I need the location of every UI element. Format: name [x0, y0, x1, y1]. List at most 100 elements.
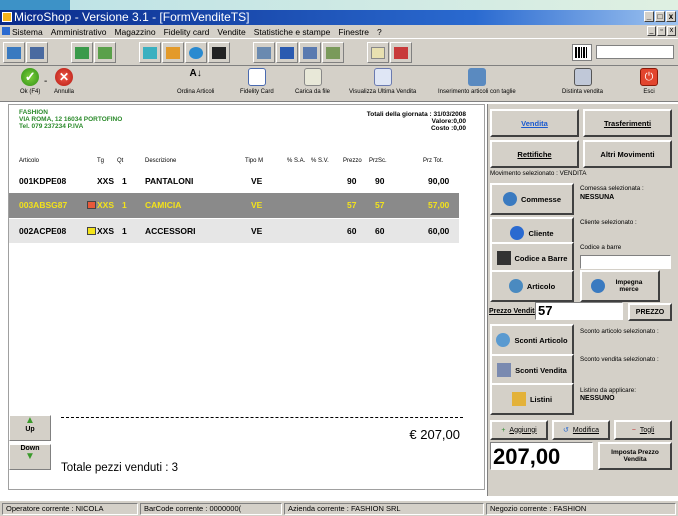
inserimento-button[interactable]: Inserimento articoli con taglie: [438, 68, 516, 95]
toolbar-button-2[interactable]: [26, 42, 48, 63]
check-icon: ✓: [21, 68, 40, 86]
togli-button[interactable]: − Togli: [614, 420, 672, 440]
imposta-prezzo-button[interactable]: Imposta Prezzo Vendita: [598, 442, 672, 470]
distinta-button[interactable]: Distinta vendita: [562, 68, 603, 95]
people-icon: [303, 46, 317, 59]
totals-valore: Valore:0,00: [431, 118, 466, 125]
discount-icon: [497, 363, 512, 377]
menu-statistiche[interactable]: Statistiche e stampe: [254, 27, 331, 37]
mdi-close-button[interactable]: x: [667, 26, 676, 36]
sconto-vendita-label: Sconto vendita selezionato :: [580, 356, 659, 363]
prezzo-vendita-label: Prezzo Vendita: [489, 308, 539, 315]
col-articolo: Articolo: [19, 158, 40, 164]
barcode-input[interactable]: [596, 45, 674, 59]
rettifiche-button[interactable]: Rettifiche: [490, 140, 579, 168]
color-swatch: [87, 227, 96, 235]
menu-magazzino[interactable]: Magazzino: [114, 27, 155, 37]
toolbar-button-9[interactable]: [253, 42, 275, 63]
table-row[interactable]: 002ACPE08 XXS 1 ACCESSORI VE 60 60 60,00: [9, 219, 459, 243]
prezzo-vendita-input[interactable]: 57: [535, 302, 623, 320]
status-operatore: Operatore corrente : NICOLA: [2, 503, 138, 515]
cell-qt: 1: [122, 176, 127, 186]
daily-totals: Totali della giornata : 31/03/2008 Valor…: [367, 111, 466, 132]
mdi-minimize-button[interactable]: _: [647, 26, 656, 36]
impegna-merce-button[interactable]: Impegna merce: [580, 270, 660, 302]
cell-tg: XXS: [97, 176, 115, 186]
cell-articolo: 003ABSG87: [19, 200, 68, 210]
ordina-button[interactable]: A↓ Ordina Articoli: [177, 68, 214, 95]
ok-button[interactable]: ✓ Ok (F4): [20, 68, 40, 95]
minimize-button[interactable]: _: [644, 11, 654, 22]
menu-amministrativo[interactable]: Amministrativo: [51, 27, 107, 37]
toolbar-button-4[interactable]: [94, 42, 116, 63]
toolbar-button-12[interactable]: [322, 42, 344, 63]
toolbar-button-1[interactable]: [3, 42, 25, 63]
menu-finestre[interactable]: Finestre: [338, 27, 369, 37]
codice-label: Codice a barre: [580, 244, 622, 251]
fidelity-button[interactable]: Fidelity Card: [240, 68, 274, 95]
menu-sistema[interactable]: Sistema: [12, 27, 43, 37]
cell-prezzo: 60: [347, 226, 357, 236]
window-icon: [394, 46, 408, 59]
toolbar-button-10[interactable]: [276, 42, 298, 63]
menu-bar: Sistema Amministrativo Magazzino Fidelit…: [0, 25, 678, 38]
toolbar-button-13[interactable]: [367, 42, 389, 63]
table-row[interactable]: 001KDPE08 XXS 1 PANTALONI VE 90 90 90,00: [9, 169, 459, 193]
col-tipo: Tipo M: [245, 158, 264, 164]
box-icon: [166, 46, 180, 59]
annulla-label: Annulla: [54, 89, 75, 95]
sconti-vendita-button[interactable]: Sconti Vendita: [490, 354, 574, 386]
scroll-up-button[interactable]: ▲ Up: [9, 415, 51, 441]
cell-przsc: 60: [375, 226, 385, 236]
listino-value: NESSUNO: [580, 395, 615, 402]
inserimento-label: Inserimento articoli con taglie: [438, 89, 516, 95]
scroll-down-button[interactable]: Down ▼: [9, 444, 51, 470]
ok-dropdown[interactable]: -: [44, 76, 47, 87]
col-prztot: Prz Tot.: [423, 158, 444, 164]
mdi-restore-button[interactable]: ▫: [657, 26, 666, 36]
barcode-field[interactable]: [580, 255, 671, 269]
cell-descrizione: PANTALONI: [145, 176, 194, 186]
menu-vendite[interactable]: Vendite: [217, 27, 245, 37]
vendita-button[interactable]: Vendita: [490, 109, 579, 137]
toolbar-button-6[interactable]: [162, 42, 184, 63]
minus-icon: −: [631, 426, 636, 434]
big-total: 207,00: [493, 444, 561, 469]
articolo-button[interactable]: Articolo: [490, 270, 574, 302]
status-azienda: Azienda corrente : FASHION SRL: [284, 503, 484, 515]
table-row-selected[interactable]: 003ABSG87 XXS 1 CAMICIA VE 57 57 57,00: [9, 193, 459, 218]
listini-button[interactable]: Listini: [490, 383, 574, 415]
toolbar-button-8[interactable]: [208, 42, 230, 63]
esci-button[interactable]: ⏻ Esci: [640, 68, 658, 95]
maximize-button[interactable]: □: [655, 11, 665, 22]
trasferimenti-button[interactable]: Trasferimenti: [583, 109, 672, 137]
menu-help[interactable]: ?: [377, 27, 382, 37]
aggiungi-button[interactable]: + Aggiungi: [490, 420, 548, 440]
commesse-button[interactable]: Commesse: [490, 183, 574, 215]
toolbar-button-11[interactable]: [299, 42, 321, 63]
cell-tg: XXS: [87, 226, 114, 236]
cell-prezzo: 90: [347, 176, 357, 186]
prezzo-button[interactable]: PREZZO: [628, 303, 672, 321]
ok-label: Ok (F4): [20, 89, 41, 95]
plus-icon: +: [501, 426, 506, 434]
carica-button[interactable]: Carica da file: [295, 68, 330, 95]
shop-info: FASHION VIA ROMA, 12 16034 PORTOFINO Tel…: [19, 109, 122, 130]
cell-articolo: 001KDPE08: [19, 176, 67, 186]
toolbar-button-3[interactable]: [71, 42, 93, 63]
discount-icon: [496, 333, 511, 347]
toolbar-button-14[interactable]: [390, 42, 412, 63]
folder-icon: [303, 68, 322, 86]
arrow-up-icon: ▲: [25, 415, 35, 426]
visualizza-button[interactable]: Visualizza Ultima Vendita: [349, 68, 416, 95]
cell-tg: XXS: [87, 200, 114, 210]
annulla-button[interactable]: ✕ Annulla: [54, 68, 74, 95]
close-button[interactable]: x: [666, 11, 676, 22]
toolbar-button-7[interactable]: [185, 42, 207, 63]
menu-fidelity-card[interactable]: Fidelity card: [164, 27, 210, 37]
modifica-button[interactable]: ↺ Modifica: [552, 420, 610, 440]
mdi-icon: [2, 27, 10, 35]
sconti-articolo-button[interactable]: Sconti Articolo: [490, 324, 574, 356]
toolbar-button-5[interactable]: [139, 42, 161, 63]
altri-movimenti-button[interactable]: Altri Movimenti: [583, 140, 672, 168]
